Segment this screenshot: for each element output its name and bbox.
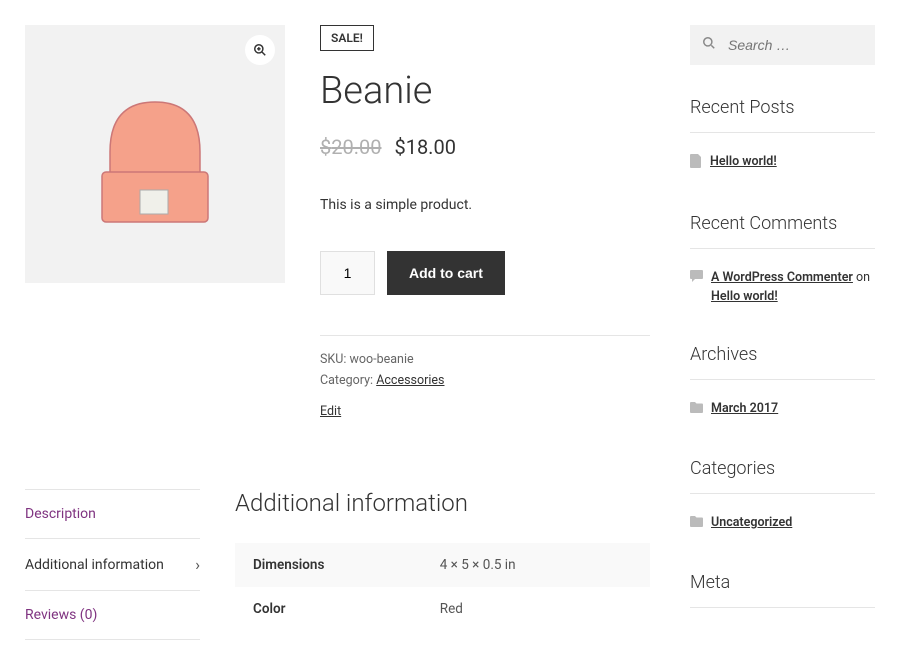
table-row: Color Red bbox=[235, 587, 650, 631]
tab-label: Reviews (0) bbox=[25, 607, 97, 623]
attr-value: Red bbox=[422, 587, 650, 631]
sku-row: SKU: woo-beanie bbox=[320, 352, 650, 367]
sidebar-heading-recent-posts: Recent Posts bbox=[690, 97, 875, 133]
sale-badge: SALE! bbox=[320, 25, 374, 51]
zoom-icon[interactable] bbox=[245, 35, 275, 65]
edit-link[interactable]: Edit bbox=[320, 404, 650, 419]
sidebar-heading-archives: Archives bbox=[690, 344, 875, 380]
folder-icon bbox=[690, 401, 703, 420]
product-short-description: This is a simple product. bbox=[320, 197, 650, 213]
comment-post-link[interactable]: Hello world! bbox=[711, 289, 778, 304]
tab-additional-information[interactable]: Additional information › bbox=[25, 539, 200, 591]
search-input[interactable] bbox=[690, 25, 875, 65]
tab-label: Additional information bbox=[25, 557, 164, 573]
product-price: $20.00 $18.00 bbox=[320, 135, 650, 159]
category-link[interactable]: Uncategorized bbox=[711, 514, 792, 533]
tab-reviews[interactable]: Reviews (0) bbox=[25, 591, 200, 640]
tab-description[interactable]: Description bbox=[25, 490, 200, 539]
recent-post-link[interactable]: Hello world! bbox=[710, 153, 777, 172]
folder-icon bbox=[690, 515, 703, 534]
beanie-illustration bbox=[80, 82, 230, 242]
product-image[interactable] bbox=[25, 25, 285, 283]
archive-link[interactable]: March 2017 bbox=[711, 400, 778, 419]
panel-heading: Additional information bbox=[235, 489, 650, 517]
list-item: Uncategorized bbox=[690, 512, 875, 536]
add-to-cart-button[interactable]: Add to cart bbox=[387, 251, 505, 295]
list-item: March 2017 bbox=[690, 398, 875, 422]
comment-author-link[interactable]: A WordPress Commenter bbox=[711, 270, 853, 285]
search-box bbox=[690, 25, 875, 65]
document-icon bbox=[690, 154, 702, 175]
chevron-right-icon: › bbox=[195, 555, 200, 574]
category-row: Category: Accessories bbox=[320, 373, 650, 388]
sidebar-heading-recent-comments: Recent Comments bbox=[690, 213, 875, 249]
comment-icon bbox=[690, 270, 703, 289]
product-title: Beanie bbox=[320, 69, 650, 113]
tabs-nav: Description Additional information › Rev… bbox=[25, 489, 200, 640]
attr-value: 4 × 5 × 0.5 in bbox=[422, 543, 650, 587]
attributes-table: Dimensions 4 × 5 × 0.5 in Color Red bbox=[235, 543, 650, 631]
sidebar-heading-categories: Categories bbox=[690, 458, 875, 494]
tab-label: Description bbox=[25, 506, 96, 522]
category-link[interactable]: Accessories bbox=[376, 373, 444, 388]
sidebar-heading-meta: Meta bbox=[690, 572, 875, 608]
search-icon bbox=[702, 36, 716, 54]
quantity-input[interactable] bbox=[320, 251, 375, 295]
attr-label: Color bbox=[235, 587, 422, 631]
table-row: Dimensions 4 × 5 × 0.5 in bbox=[235, 543, 650, 587]
list-item: Hello world! bbox=[690, 151, 875, 177]
attr-label: Dimensions bbox=[235, 543, 422, 587]
list-item: A WordPress Commenter on Hello world! bbox=[690, 267, 875, 309]
